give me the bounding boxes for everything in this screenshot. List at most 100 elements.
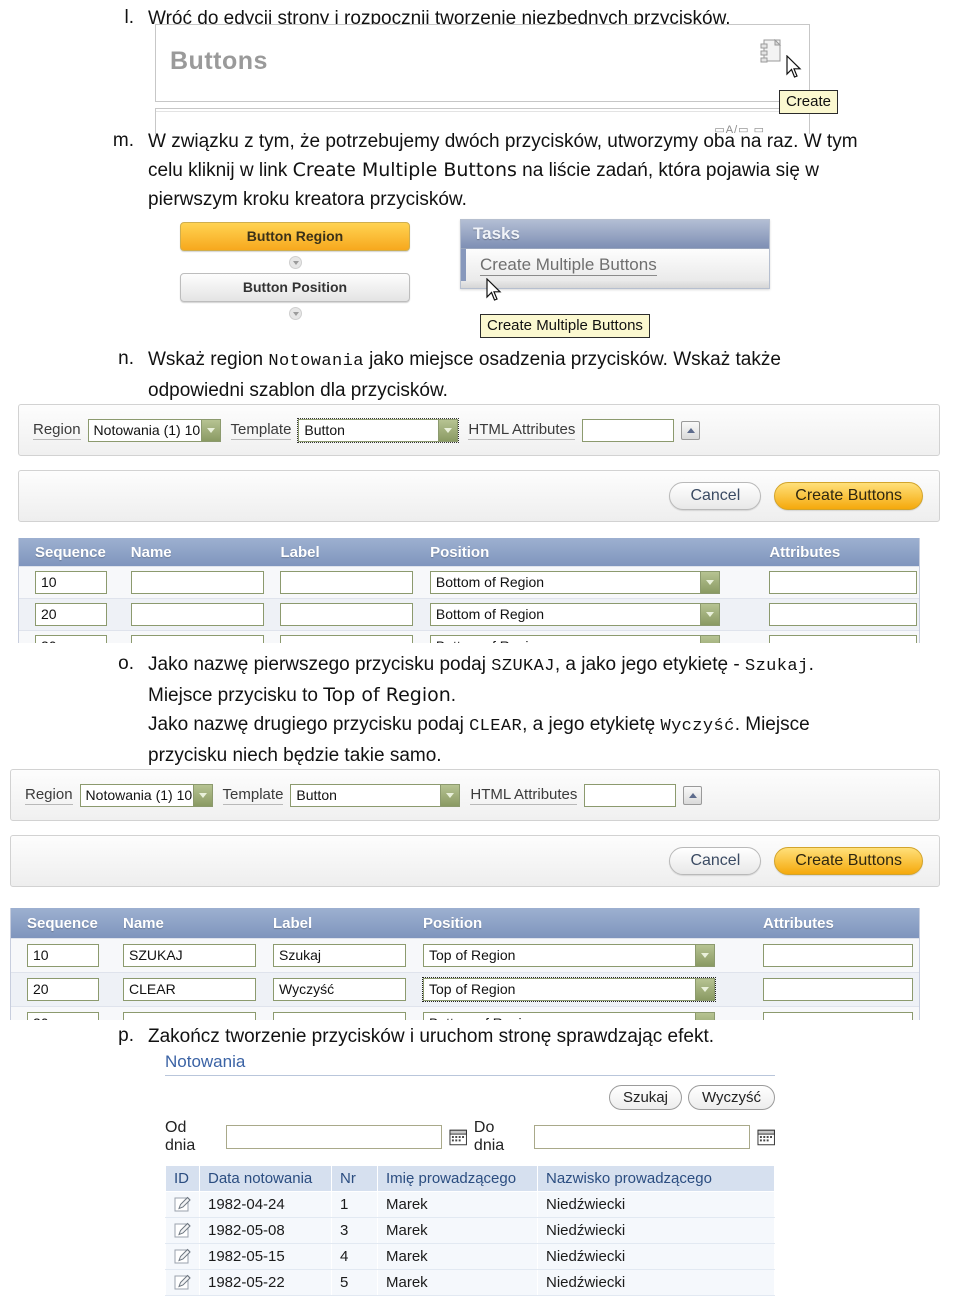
row-name-input[interactable] (130, 635, 264, 643)
html-attributes-label-2: HTML Attributes (470, 785, 578, 805)
row-sequence-input[interactable]: 10 (35, 571, 107, 594)
row-sequence-input[interactable]: 30 (35, 635, 107, 643)
grid-col-sequence: Sequence (35, 543, 106, 561)
mouse-cursor-icon-tasks (486, 278, 502, 301)
row-position-select[interactable]: Top of Region (422, 977, 716, 1002)
step-o-line1e: . (808, 654, 814, 675)
cancel-button-1[interactable]: Cancel (669, 482, 762, 510)
row-attributes-input[interactable] (769, 635, 917, 643)
buttons-region-panel: Buttons (155, 24, 810, 102)
report-cell-nr: 3 (331, 1217, 378, 1244)
step-m-line2c: na liście zadań, która pojawia się w (516, 160, 819, 181)
create-buttons-grid-empty-clip: Sequence Name Label Position Attributes … (18, 538, 920, 643)
tasks-item-create-multiple-buttons[interactable]: Create Multiple Buttons (461, 249, 769, 281)
row-attributes-input[interactable] (769, 603, 917, 626)
calendar-icon[interactable] (757, 1128, 775, 1147)
row-attributes-input[interactable] (769, 571, 917, 594)
row-label-input[interactable]: Wyczyść (273, 978, 406, 1001)
report-cell-first: Marek (377, 1217, 538, 1244)
calendar-icon[interactable] (449, 1128, 467, 1147)
report-cell-first: Marek (377, 1191, 538, 1218)
chevron-down-icon (695, 979, 714, 1000)
report-cell-last: Niedźwiecki (537, 1191, 775, 1218)
grid-header-row-empty: Sequence Name Label Position Attributes (19, 538, 919, 566)
step-p: p. Zakończ tworzenie przycisków i urucho… (104, 1022, 960, 1051)
edit-pencil-icon[interactable] (173, 1273, 192, 1292)
edit-pencil-icon[interactable] (173, 1221, 192, 1240)
row-sequence-input[interactable]: 20 (35, 603, 107, 626)
row-name-input[interactable]: SZUKAJ (123, 944, 256, 967)
grid-col-attributes: Attributes (769, 543, 841, 561)
report-cell-nr: 4 (331, 1243, 378, 1270)
html-attributes-input-2[interactable] (584, 783, 677, 807)
row-sequence-input[interactable]: 20 (27, 978, 99, 1001)
row-position-select[interactable]: Bottom of Region (429, 635, 720, 643)
step-o-name-clear: CLEAR (469, 717, 523, 736)
html-attributes-input-1[interactable] (582, 418, 675, 442)
report-edit-cell[interactable] (165, 1243, 200, 1270)
report-edit-cell[interactable] (165, 1217, 200, 1244)
template-select-1[interactable]: Button (297, 417, 460, 443)
chevron-down-icon (192, 784, 212, 806)
region-select-2[interactable]: Notowania (1) 10 (79, 783, 213, 807)
create-buttons-button-2[interactable]: Create Buttons (774, 847, 923, 875)
row-sequence-input[interactable]: 10 (27, 944, 99, 967)
row-name-input[interactable]: CLEAR (123, 978, 256, 1001)
wizard-step-button-position[interactable]: Button Position (180, 273, 410, 302)
region-select-1[interactable]: Notowania (1) 10 (87, 418, 221, 442)
row-label-input[interactable] (280, 603, 414, 626)
row-label-input[interactable]: Szukaj (273, 944, 406, 967)
do-dnia-input[interactable] (534, 1125, 750, 1149)
szukaj-button[interactable]: Szukaj (608, 1085, 682, 1110)
app-region-filters: Od dnia Do dnia (165, 1119, 775, 1155)
grid-col-position: Position (423, 914, 483, 932)
collapse-up-icon-2[interactable] (683, 785, 703, 805)
table-row: 30 Bottom of Region (11, 1006, 919, 1020)
row-label-input[interactable] (280, 571, 414, 594)
table-row: 10 SZUKAJ Szukaj Top of Region (11, 938, 919, 972)
wizard-arrow-2 (180, 302, 410, 324)
row-position-select[interactable]: Bottom of Region (429, 603, 720, 626)
row-attributes-input[interactable] (763, 978, 913, 1001)
form-actions-bar-filled: Cancel Create Buttons (10, 835, 940, 887)
row-label-input[interactable] (280, 635, 414, 643)
report-edit-cell[interactable] (165, 1191, 200, 1218)
row-position-select[interactable]: Top of Region (423, 944, 715, 967)
app-region-buttons: Szukaj Wyczyść (165, 1085, 775, 1110)
edit-pencil-icon[interactable] (173, 1247, 192, 1266)
wizard-step-button-region[interactable]: Button Region (180, 222, 410, 251)
report-cell-date: 1982-05-15 (199, 1243, 332, 1270)
template-select-2[interactable]: Button (290, 783, 461, 807)
row-position-select[interactable]: Bottom of Region (423, 1012, 715, 1020)
report-header-row: ID Data notowania Nr Imię prowadzącego N… (165, 1165, 775, 1192)
form-actions-bar-empty: Cancel Create Buttons (18, 470, 940, 522)
row-label-input[interactable] (273, 1012, 406, 1020)
region-template-toolbar-filled: Region Notowania (1) 10 Template Button … (10, 769, 940, 821)
row-attributes-input[interactable] (763, 1012, 913, 1020)
collapse-up-icon-1[interactable] (681, 420, 701, 440)
report-edit-cell[interactable] (165, 1269, 200, 1296)
do-dnia-label: Do dnia (473, 1119, 505, 1154)
report-col-id: ID (165, 1165, 200, 1192)
table-row: 1982-05-08 3 Marek Niedźwiecki (165, 1217, 775, 1244)
chevron-down-icon (695, 1013, 714, 1020)
report-cell-date: 1982-05-22 (199, 1269, 332, 1296)
wyczysc-button[interactable]: Wyczyść (687, 1085, 775, 1110)
row-sequence-input[interactable]: 30 (27, 1012, 99, 1020)
row-name-input[interactable] (130, 603, 264, 626)
step-p-text: Zakończ tworzenie przycisków i uruchom s… (148, 1026, 715, 1047)
create-page-icon[interactable] (759, 39, 787, 73)
od-dnia-input[interactable] (226, 1125, 442, 1149)
step-o-line2c: . (450, 685, 457, 706)
mouse-cursor-icon (786, 55, 802, 78)
row-attributes-input[interactable] (763, 944, 913, 967)
grid-header-row-filled: Sequence Name Label Position Attributes (11, 908, 919, 938)
row-position-select[interactable]: Bottom of Region (429, 571, 720, 594)
step-o-position: Top of Region (323, 684, 451, 706)
report-col-nr: Nr (331, 1165, 378, 1192)
cancel-button-2[interactable]: Cancel (669, 847, 762, 875)
edit-pencil-icon[interactable] (173, 1195, 192, 1214)
create-buttons-button-1[interactable]: Create Buttons (774, 482, 923, 510)
row-name-input[interactable] (123, 1012, 256, 1020)
row-name-input[interactable] (130, 571, 264, 594)
